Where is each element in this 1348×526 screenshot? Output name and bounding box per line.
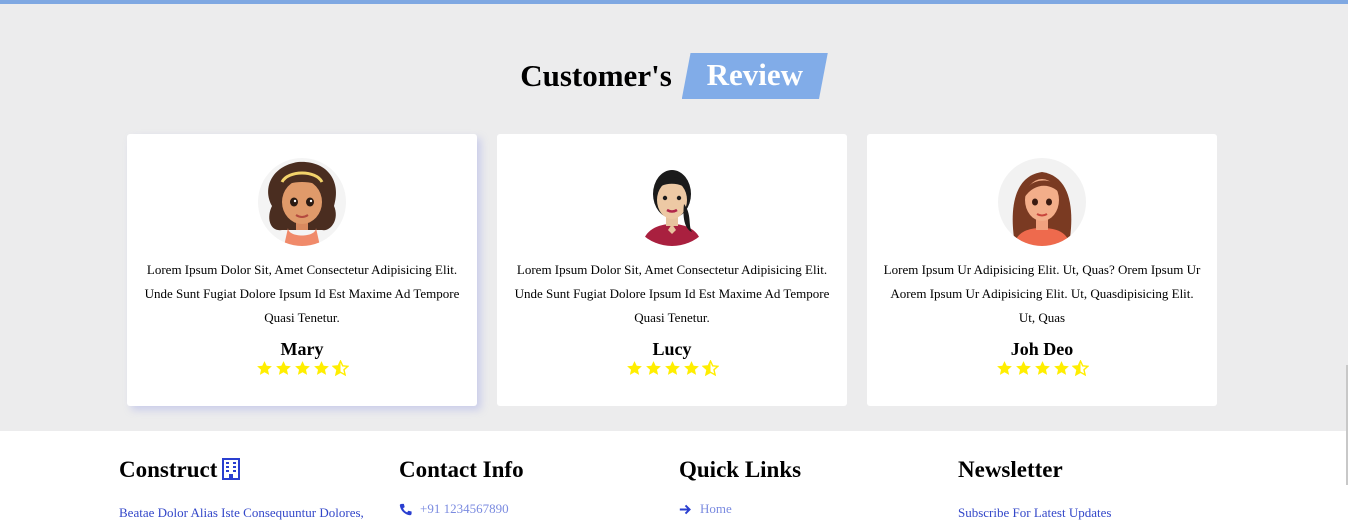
star-full-icon [256, 360, 273, 377]
star-rating [867, 360, 1217, 380]
footer-newsletter-title: Newsletter [958, 457, 1063, 482]
arrow-right-icon [679, 503, 692, 516]
heading-text: Customer's [520, 58, 672, 93]
quick-link-label[interactable]: Home [700, 500, 732, 518]
reviewer-name: Mary [280, 339, 324, 359]
footer-quick-links-title: Quick Links [679, 457, 802, 482]
avatar [998, 158, 1086, 246]
footer-construct-text: Beatae Dolor Alias Iste Consequuntur Dol… [119, 505, 364, 520]
star-full-icon [313, 360, 330, 377]
star-full-icon [645, 360, 662, 377]
avatar [628, 158, 716, 246]
star-rating [497, 360, 847, 380]
star-full-icon [275, 360, 292, 377]
star-full-icon [1053, 360, 1070, 377]
quick-link-home[interactable]: Home [679, 500, 801, 518]
reviewer-name: Joh Deo [1010, 339, 1074, 359]
review-card: Lorem Ipsum Dolor Sit, Amet Consectetur … [127, 134, 477, 406]
review-section: Customer's Review Lorem Ipsum Dolor Sit, … [0, 4, 1348, 431]
star-full-icon [683, 360, 700, 377]
avatar [258, 158, 346, 246]
newsletter-text: Subscribe For Latest Updates [958, 505, 1112, 520]
building-icon [221, 458, 241, 480]
footer-contact: Contact Info +91 1234567890 [399, 455, 524, 518]
footer-construct: Construct Beatae Dolor Alias Iste Conseq… [119, 455, 364, 522]
star-half-icon [331, 360, 349, 377]
phone-row[interactable]: +91 1234567890 [399, 500, 524, 518]
review-text: Lorem Ipsum Dolor Sit, Amet Consectetur … [514, 262, 830, 325]
review-card: Lorem Ipsum Ur Adipisicing Elit. Ut, Qua… [867, 134, 1217, 406]
phone-number[interactable]: +91 1234567890 [420, 500, 509, 518]
star-rating [127, 360, 477, 380]
review-text: Lorem Ipsum Dolor Sit, Amet Consectetur … [144, 262, 460, 325]
footer-construct-title: Construct [119, 455, 364, 485]
star-full-icon [1015, 360, 1032, 377]
star-full-icon [626, 360, 643, 377]
star-half-icon [1071, 360, 1089, 377]
review-card: Lorem Ipsum Dolor Sit, Amet Consectetur … [497, 134, 847, 406]
star-half-icon [701, 360, 719, 377]
heading-highlight: Review [681, 53, 828, 99]
heading-highlight-text: Review [706, 57, 803, 92]
star-full-icon [664, 360, 681, 377]
phone-icon [399, 503, 412, 516]
footer-contact-title: Contact Info [399, 457, 524, 482]
star-full-icon [294, 360, 311, 377]
footer-quick-links: Quick Links Home [679, 455, 801, 518]
star-full-icon [996, 360, 1013, 377]
reviewer-name: Lucy [652, 339, 692, 359]
section-heading: Customer's Review [0, 53, 1348, 99]
footer-newsletter: Newsletter Subscribe For Latest Updates [958, 455, 1111, 522]
star-full-icon [1034, 360, 1051, 377]
review-text: Lorem Ipsum Ur Adipisicing Elit. Ut, Qua… [883, 262, 1201, 325]
